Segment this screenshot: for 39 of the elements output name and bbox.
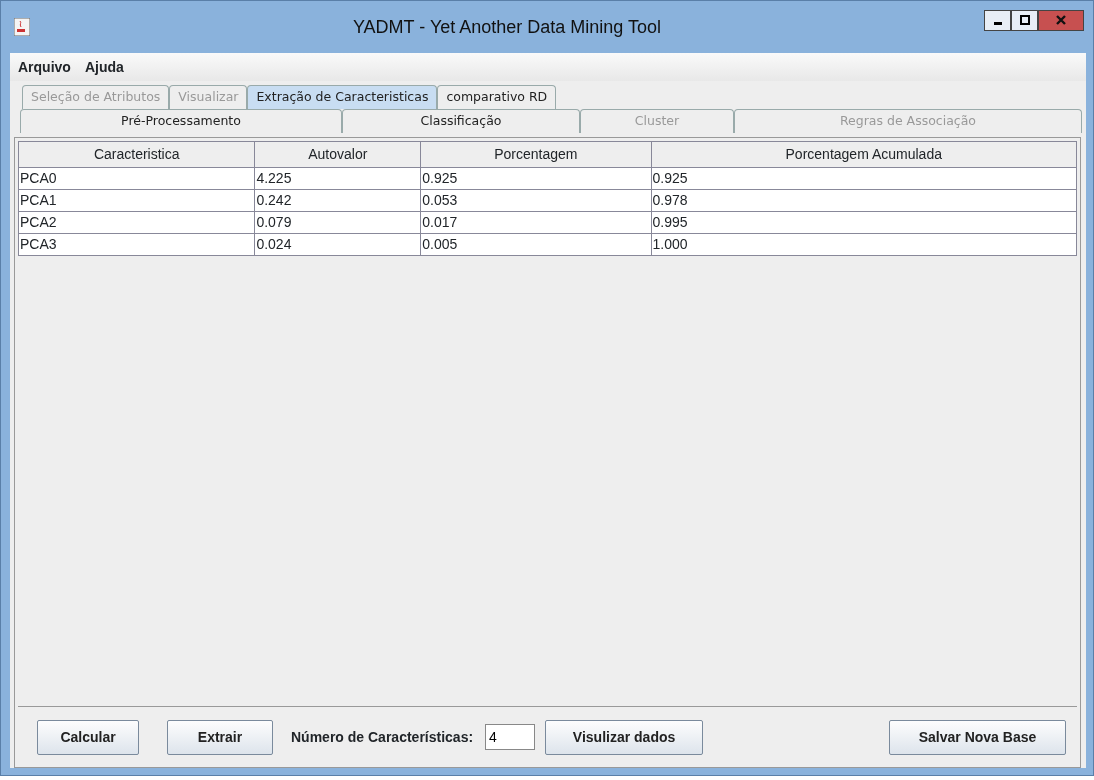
calcular-button[interactable]: Calcular bbox=[37, 719, 139, 755]
table-cell: 0.024 bbox=[254, 233, 421, 256]
column-header[interactable]: Caracteristica bbox=[18, 141, 255, 168]
table-cell: 0.978 bbox=[651, 189, 1077, 212]
table-cell: PCA2 bbox=[18, 211, 255, 234]
save-button[interactable]: Salvar Nova Base bbox=[889, 719, 1066, 755]
minimize-icon bbox=[993, 21, 1002, 25]
table-cell: PCA0 bbox=[18, 167, 255, 190]
window-title: YADMT - Yet Another Data Mining Tool bbox=[351, 15, 663, 39]
table-cell: 0.925 bbox=[420, 167, 651, 190]
table-cell: 0.017 bbox=[420, 211, 651, 234]
menu-item[interactable]: Ajuda bbox=[84, 56, 124, 78]
menu-item[interactable]: Arquivo bbox=[18, 56, 71, 78]
tab[interactable]: Extração de Caracteristicas bbox=[247, 85, 438, 109]
count-field[interactable]: 4 bbox=[485, 724, 536, 750]
table-cell: PCA1 bbox=[18, 189, 255, 212]
tab[interactable]: Classificação bbox=[342, 109, 580, 133]
table-cell: 4.225 bbox=[254, 167, 421, 190]
table-cell: 0.242 bbox=[254, 189, 421, 212]
column-header[interactable]: Porcentagem bbox=[420, 141, 651, 168]
minimize-button[interactable] bbox=[984, 9, 1011, 31]
table-cell: 0.079 bbox=[254, 211, 421, 234]
table-cell: 0.005 bbox=[420, 233, 651, 256]
maximize-icon bbox=[1019, 15, 1030, 25]
extrair-button[interactable]: Extrair bbox=[167, 719, 273, 755]
visualize-button[interactable]: Visulizar dados bbox=[545, 719, 704, 755]
maximize-button[interactable] bbox=[1011, 9, 1038, 31]
close-icon bbox=[1056, 15, 1066, 25]
table-cell: 0.053 bbox=[420, 189, 651, 212]
table-cell: 0.925 bbox=[651, 167, 1077, 190]
table-cell: PCA3 bbox=[18, 233, 255, 256]
tab[interactable]: comparativo RD bbox=[437, 85, 557, 109]
table-cell: 0.995 bbox=[651, 211, 1077, 234]
table-cell: 1.000 bbox=[651, 233, 1077, 256]
column-header[interactable]: Porcentagem Acumulada bbox=[651, 141, 1077, 168]
tab[interactable]: Pré-Processamento bbox=[20, 109, 342, 133]
field-label: Número de Características: bbox=[291, 727, 474, 747]
column-header[interactable]: Autovalor bbox=[254, 141, 421, 168]
close-button[interactable] bbox=[1038, 9, 1084, 31]
